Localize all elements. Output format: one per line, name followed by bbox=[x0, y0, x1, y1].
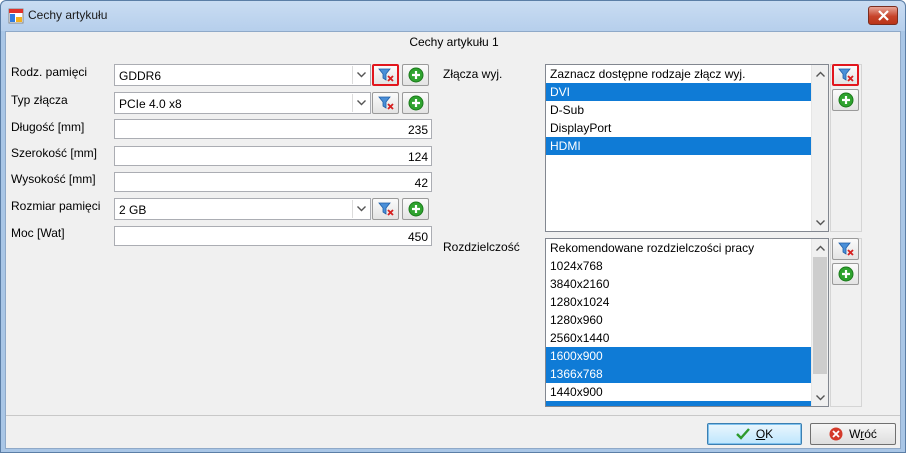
filter-icon bbox=[377, 202, 394, 216]
dlugosc-input[interactable]: 235 bbox=[114, 119, 432, 139]
add-button-rozmiar-pamieci[interactable] bbox=[402, 198, 429, 220]
add-icon bbox=[408, 95, 423, 111]
list-item[interactable]: DVI bbox=[546, 83, 828, 101]
list-item[interactable]: 1366x768 bbox=[546, 365, 828, 383]
chevron-down-icon[interactable] bbox=[812, 214, 828, 231]
field-label-zlacza: Złącza wyj. bbox=[443, 67, 503, 81]
field-label-dlugosc: Długość [mm] bbox=[11, 120, 85, 134]
chevron-up-icon[interactable] bbox=[812, 239, 828, 256]
field-label-rozmiar-pamieci: Rozmiar pamięci bbox=[11, 199, 101, 213]
rozdzielczosc-scrollbar[interactable] bbox=[811, 239, 828, 406]
filter-icon bbox=[837, 68, 854, 82]
chevron-up-icon[interactable] bbox=[812, 65, 828, 82]
dialog-button-bar: OK Wróć bbox=[6, 415, 900, 448]
filter-button-rozmiar-pamieci[interactable] bbox=[372, 198, 399, 220]
add-button-rodz-pamieci[interactable] bbox=[402, 64, 429, 86]
rodz-pamieci-combo[interactable]: GDDR6 bbox=[114, 64, 371, 86]
close-icon bbox=[877, 10, 889, 21]
typ-zlacza-combo[interactable]: PCIe 4.0 x8 bbox=[114, 92, 371, 114]
rodz-pamieci-value: GDDR6 bbox=[119, 69, 162, 83]
chevron-down-icon[interactable] bbox=[352, 94, 369, 112]
field-label-wysokosc: Wysokość [mm] bbox=[11, 172, 96, 186]
page-title: Cechy artykułu 1 bbox=[409, 35, 499, 49]
list-item[interactable]: DisplayPort bbox=[546, 119, 828, 137]
chevron-down-icon[interactable] bbox=[352, 200, 369, 218]
add-button-typ-zlacza[interactable] bbox=[402, 92, 429, 114]
close-button[interactable] bbox=[868, 6, 898, 25]
list-item[interactable]: 1280x1024 bbox=[546, 293, 828, 311]
list-item[interactable] bbox=[546, 401, 828, 406]
add-button-rozdzielczosc[interactable] bbox=[832, 263, 859, 285]
list-item[interactable]: Rekomendowane rozdzielczości pracy bbox=[546, 239, 828, 257]
add-icon bbox=[838, 92, 853, 108]
cancel-button-label: Wróć bbox=[849, 427, 877, 441]
field-label-moc: Moc [Wat] bbox=[11, 226, 65, 240]
filter-icon bbox=[377, 68, 394, 82]
moc-input[interactable]: 450 bbox=[114, 226, 432, 246]
list-item[interactable]: Zaznacz dostępne rodzaje złącz wyj. bbox=[546, 65, 828, 83]
typ-zlacza-value: PCIe 4.0 x8 bbox=[119, 97, 182, 111]
zlacza-listbox[interactable]: Zaznacz dostępne rodzaje złącz wyj. DVI … bbox=[545, 64, 829, 232]
filter-icon bbox=[837, 242, 854, 256]
chevron-down-icon[interactable] bbox=[352, 66, 369, 84]
filter-button-typ-zlacza[interactable] bbox=[372, 92, 399, 114]
list-item[interactable]: 1600x900 bbox=[546, 347, 828, 365]
add-icon bbox=[838, 266, 853, 282]
field-label-szerokosc: Szerokość [mm] bbox=[11, 146, 98, 160]
ok-button-label: OK bbox=[755, 427, 774, 441]
title-bar[interactable]: Cechy artykułu bbox=[1, 1, 905, 31]
szerokosc-input[interactable]: 124 bbox=[114, 146, 432, 166]
add-button-zlacza[interactable] bbox=[832, 89, 859, 111]
app-icon bbox=[8, 8, 24, 24]
rozmiar-pamieci-value: 2 GB bbox=[119, 203, 147, 217]
list-item[interactable]: 1280x960 bbox=[546, 311, 828, 329]
list-item[interactable]: 1024x768 bbox=[546, 257, 828, 275]
list-item[interactable]: 2560x1440 bbox=[546, 329, 828, 347]
rozmiar-pamieci-combo[interactable]: 2 GB bbox=[114, 198, 371, 220]
field-label-typ-zlacza: Typ złącza bbox=[11, 93, 68, 107]
dialog-window: Cechy artykułu Cechy artykułu 1 Rodz. pa… bbox=[0, 0, 906, 453]
rozdzielczosc-listbox[interactable]: Rekomendowane rozdzielczości pracy 1024x… bbox=[545, 238, 829, 407]
list-item[interactable]: D-Sub bbox=[546, 101, 828, 119]
window-title: Cechy artykułu bbox=[28, 8, 108, 22]
list-item[interactable]: 1440x900 bbox=[546, 383, 828, 401]
wysokosc-input[interactable]: 42 bbox=[114, 172, 432, 192]
add-icon bbox=[408, 67, 423, 83]
ok-button[interactable]: OK bbox=[707, 423, 802, 445]
chevron-down-icon[interactable] bbox=[812, 389, 828, 406]
cancel-icon bbox=[829, 427, 843, 441]
list-item[interactable]: 3840x2160 bbox=[546, 275, 828, 293]
filter-icon bbox=[377, 96, 394, 110]
field-label-rodz-pamieci: Rodz. pamięci bbox=[11, 65, 88, 79]
filter-button-zlacza[interactable] bbox=[832, 64, 859, 86]
checkmark-icon bbox=[735, 428, 750, 440]
field-label-rozdzielczosc: Rozdzielczość bbox=[443, 240, 520, 254]
filter-button-rozdzielczosc[interactable] bbox=[832, 238, 859, 260]
list-item[interactable]: HDMI bbox=[546, 137, 828, 155]
add-icon bbox=[408, 201, 423, 217]
filter-button-rodz-pamieci[interactable] bbox=[372, 64, 399, 86]
zlacza-scrollbar[interactable] bbox=[811, 65, 828, 231]
cancel-button[interactable]: Wróć bbox=[810, 423, 896, 445]
dialog-client-area: Cechy artykułu 1 Rodz. pamięci GDDR6 Typ… bbox=[5, 31, 901, 449]
scrollbar-thumb[interactable] bbox=[813, 257, 827, 374]
